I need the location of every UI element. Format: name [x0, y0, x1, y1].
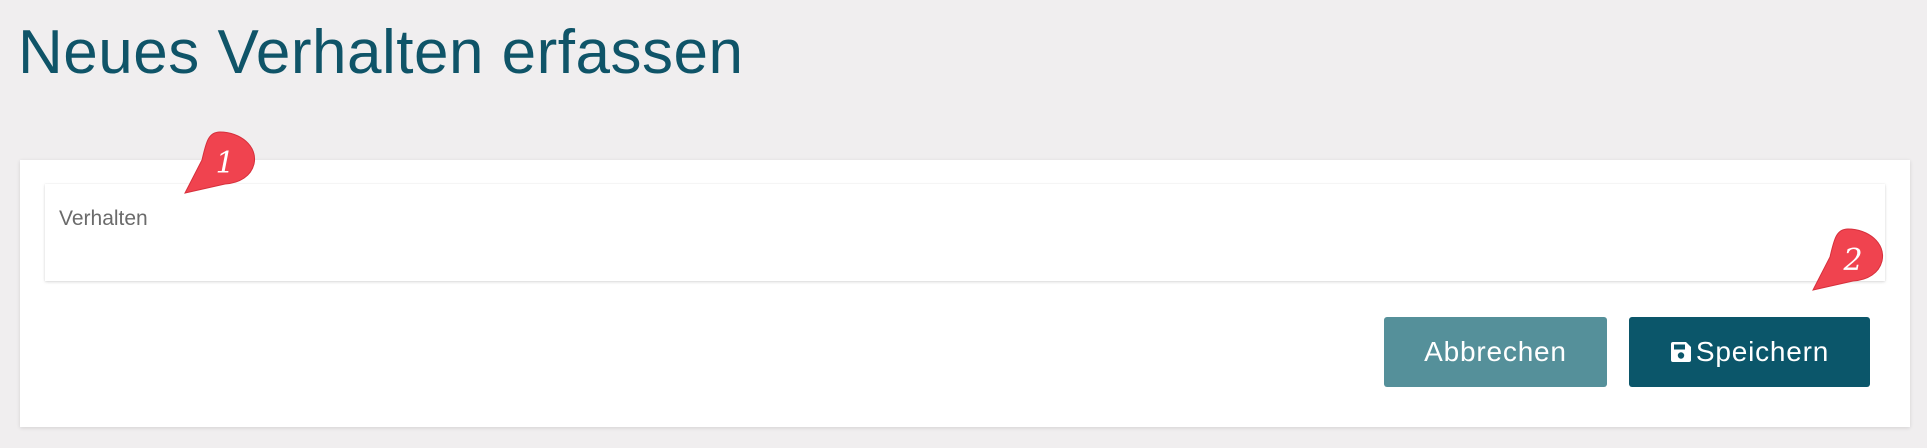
annotation-marker-2-number: 2 [1843, 242, 1863, 278]
annotation-marker-1: 1 [180, 130, 256, 200]
save-button[interactable]: Speichern [1629, 317, 1870, 387]
page-title: Neues Verhalten erfassen [18, 18, 744, 87]
annotation-marker-2: 2 [1808, 227, 1884, 297]
verhalten-field-label: Verhalten [59, 207, 148, 230]
cancel-button[interactable]: Abbrechen [1384, 317, 1607, 387]
save-button-label: Speichern [1695, 336, 1830, 367]
verhalten-input[interactable] [59, 236, 1869, 268]
floppy-disk-icon [1670, 341, 1692, 363]
form-card: Verhalten Abbrechen Speichern [20, 160, 1910, 427]
verhalten-field[interactable]: Verhalten [45, 184, 1885, 281]
annotation-marker-1-number: 1 [215, 145, 235, 181]
cancel-button-label: Abbrechen [1424, 336, 1567, 367]
